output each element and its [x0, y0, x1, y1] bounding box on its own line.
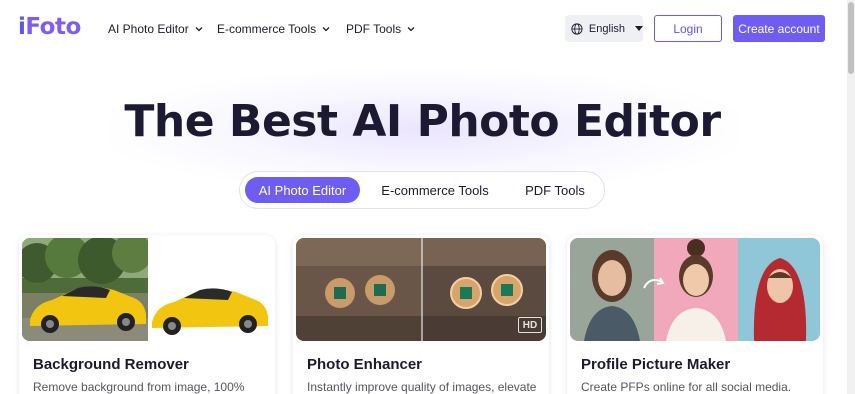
tab-pdf-tools[interactable]: PDF Tools [510, 177, 600, 203]
nav-label: AI Photo Editor [108, 22, 189, 36]
caret-down-icon [635, 26, 643, 31]
chevron-down-icon [195, 27, 203, 32]
card-description: Create PFPs online for all social media. [581, 380, 792, 394]
login-button[interactable]: Login [654, 15, 722, 42]
tool-card-background-remover[interactable]: Background Remover Remove background fro… [19, 235, 275, 394]
page-scrollbar[interactable] [847, 0, 855, 394]
category-tabs: AI Photo Editor E-commerce Tools PDF Too… [239, 171, 605, 209]
nav-pdf-tools[interactable]: PDF Tools [346, 19, 415, 39]
profile-picture-maker-image [570, 238, 820, 341]
background-remover-image [22, 238, 272, 341]
create-account-button[interactable]: Create account [733, 15, 825, 42]
tool-card-photo-enhancer[interactable]: HD Photo Enhancer Instantly improve qual… [293, 235, 549, 394]
chevron-down-icon [322, 27, 330, 32]
globe-icon [571, 22, 583, 35]
hero-title: The Best AI Photo Editor [124, 96, 721, 147]
tool-card-profile-picture-maker[interactable]: Profile Picture Maker Create PFPs online… [567, 235, 823, 394]
tab-ai-photo-editor[interactable]: AI Photo Editor [245, 177, 360, 203]
nav-label: E-commerce Tools [217, 22, 317, 36]
hd-badge: HD [518, 317, 542, 333]
card-title: Profile Picture Maker [581, 356, 731, 373]
nav-ecommerce-tools[interactable]: E-commerce Tools [217, 19, 330, 39]
chevron-down-icon [407, 27, 415, 32]
card-description: Instantly improve quality of images, ele… [307, 380, 537, 394]
site-header: iFoto AI Photo Editor E-commerce Tools P… [0, 0, 855, 56]
language-label: English [588, 22, 625, 35]
card-title: Photo Enhancer [307, 356, 423, 373]
ifoto-logo[interactable]: iFoto [18, 14, 81, 40]
nav-ai-photo-editor[interactable]: AI Photo Editor [108, 19, 203, 39]
nav-label: PDF Tools [346, 22, 402, 36]
language-selector[interactable]: English [565, 15, 643, 42]
card-title: Background Remover [33, 356, 189, 373]
tab-ecommerce-tools[interactable]: E-commerce Tools [370, 177, 500, 203]
photo-enhancer-image [296, 238, 546, 341]
card-description: Remove background from image, 100% [33, 380, 245, 394]
scrollbar-thumb[interactable] [848, 2, 854, 74]
